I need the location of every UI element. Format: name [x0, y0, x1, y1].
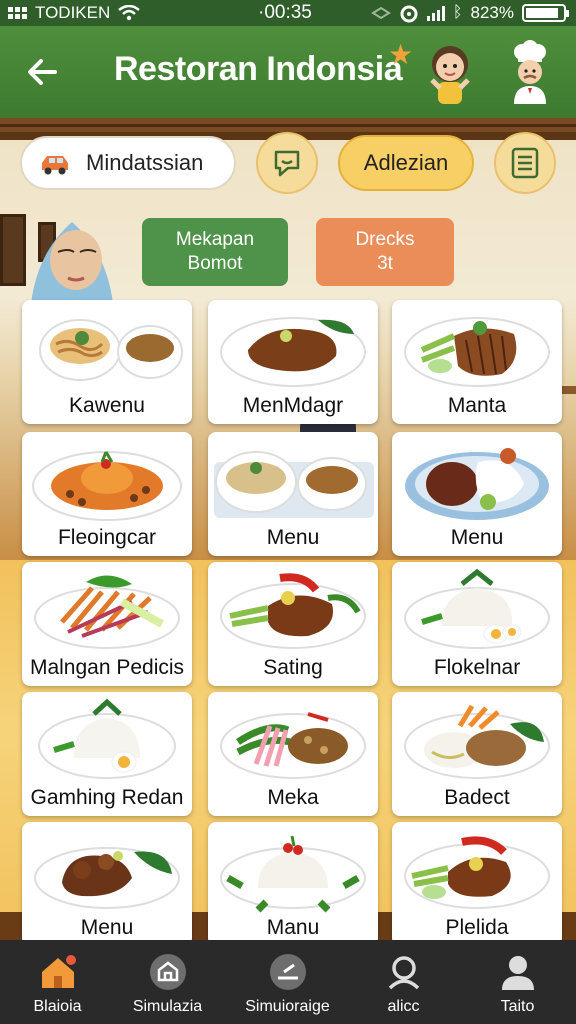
arrow-left-icon — [28, 59, 57, 85]
hat-icon — [371, 6, 391, 20]
food-image — [220, 573, 366, 649]
plate-icon — [270, 954, 306, 990]
food-image — [405, 448, 549, 520]
food-image — [214, 451, 374, 518]
menu-card[interactable]: Meka — [208, 692, 378, 816]
menu-card-label: Sating — [263, 656, 323, 679]
carrier-label: TODIKEN — [35, 3, 111, 22]
page-title: Restoran Indonsia — [114, 50, 403, 88]
home-icon — [42, 955, 76, 988]
search-value: Mindatssian — [86, 150, 204, 175]
search-input[interactable]: Mindatssian — [20, 136, 236, 190]
signal-icon — [426, 5, 445, 21]
menu-card-label: Kawenu — [69, 394, 145, 417]
clock: ·00:35 — [258, 2, 312, 23]
filter-label: Adlezian — [363, 150, 449, 175]
menu-card[interactable]: Kawenu — [22, 300, 192, 424]
battery-percent: 823% — [470, 3, 514, 22]
list-button[interactable] — [494, 132, 556, 194]
battery-icon — [522, 4, 569, 22]
menu-card-label: Menu — [80, 916, 134, 939]
nav-label: alicc — [387, 998, 420, 1015]
menu-card-label: Plelida — [445, 916, 509, 939]
filter-button[interactable]: Adlezian — [338, 135, 474, 191]
search-person-icon — [388, 956, 420, 990]
tag-line: 3t — [377, 253, 393, 274]
car-icon — [42, 156, 68, 175]
menu-card[interactable]: Gamhing Redan — [22, 692, 192, 816]
back-button[interactable] — [18, 48, 66, 96]
nav-simulazia[interactable]: Simulazia — [110, 940, 225, 1024]
food-image — [404, 317, 550, 387]
menu-card[interactable]: Malngan Pedicis — [22, 562, 192, 686]
wifi-icon — [118, 5, 141, 21]
food-image — [34, 575, 180, 649]
tag-drecks[interactable]: Drecks 3t — [316, 218, 454, 286]
person-icon — [502, 956, 534, 990]
menu-card[interactable]: Manta — [392, 300, 562, 424]
bluetooth-icon: ᛒ — [452, 4, 463, 21]
food-image — [38, 698, 176, 779]
nav-label: Taito — [500, 998, 535, 1015]
food-image — [220, 317, 366, 387]
nav-taito[interactable]: Taito — [460, 940, 575, 1024]
nav-alicc[interactable]: alicc — [346, 940, 461, 1024]
menu-card[interactable]: Flokelnar — [392, 562, 562, 686]
chat-button[interactable] — [256, 132, 318, 194]
girl-mascot-icon — [430, 46, 470, 104]
tag-line: Drecks — [355, 229, 415, 250]
menu-card[interactable]: Plelida — [392, 822, 562, 946]
menu-card[interactable]: Menu — [208, 432, 378, 556]
food-image — [39, 319, 183, 381]
menu-card-label: Flokelnar — [433, 656, 521, 679]
tag-line: Bomot — [187, 253, 243, 274]
menu-card[interactable]: Badect — [392, 692, 562, 816]
menu-card-label: Meka — [267, 786, 319, 809]
food-image — [404, 568, 550, 649]
bottom-nav: Blaioia Simulazia Simuioraige alicc Tait… — [0, 940, 576, 1024]
chef-mascot-icon — [514, 40, 546, 104]
menu-card-label: Gamhing Redan — [30, 786, 184, 809]
app-header: Restoran Indonsia ★ — [0, 26, 576, 118]
menu-card-label: Fleoingcar — [57, 526, 157, 549]
nav-simuioraige[interactable]: Simuioraige — [230, 940, 345, 1024]
nav-label: Simulazia — [132, 998, 203, 1015]
menu-card[interactable]: Fleoingcar — [22, 432, 192, 556]
menu-card-label: MenMdagr — [242, 394, 344, 417]
list-icon — [511, 147, 539, 179]
menu-card-label: Menu — [450, 526, 504, 549]
star-icon: ★ — [388, 39, 414, 70]
nav-label: Simuioraige — [245, 998, 330, 1015]
menu-card-label: Manu — [266, 916, 320, 939]
nav-label: Blaioia — [33, 998, 82, 1015]
app-grid-icon — [8, 7, 27, 19]
menu-card-label: Menu — [266, 526, 320, 549]
menu-card[interactable]: Menu — [392, 432, 562, 556]
food-image — [32, 451, 182, 521]
menu-card[interactable]: Sating — [208, 562, 378, 686]
nav-home[interactable]: Blaioia — [0, 940, 115, 1024]
menu-card-label: Manta — [447, 394, 507, 417]
tag-line: Mekapan — [175, 229, 255, 250]
menu-card[interactable]: MenMdagr — [208, 300, 378, 424]
food-image — [34, 847, 180, 909]
tag-mekapan[interactable]: Mekapan Bomot — [142, 218, 288, 286]
menu-card[interactable]: Manu — [208, 822, 378, 946]
status-bar: TODIKEN ·00:35 ᛒ 823% — [0, 0, 576, 26]
food-image — [404, 836, 550, 909]
menu-card-label: Malngan Pedicis — [29, 656, 185, 679]
chat-face-icon — [274, 150, 300, 177]
food-image — [404, 704, 550, 779]
food-image — [220, 712, 366, 779]
menu-card-label: Badect — [444, 786, 510, 809]
food-image — [220, 835, 366, 913]
store-icon — [150, 954, 186, 990]
menu-card[interactable]: Menu — [22, 822, 192, 946]
alarm-icon — [400, 5, 418, 23]
